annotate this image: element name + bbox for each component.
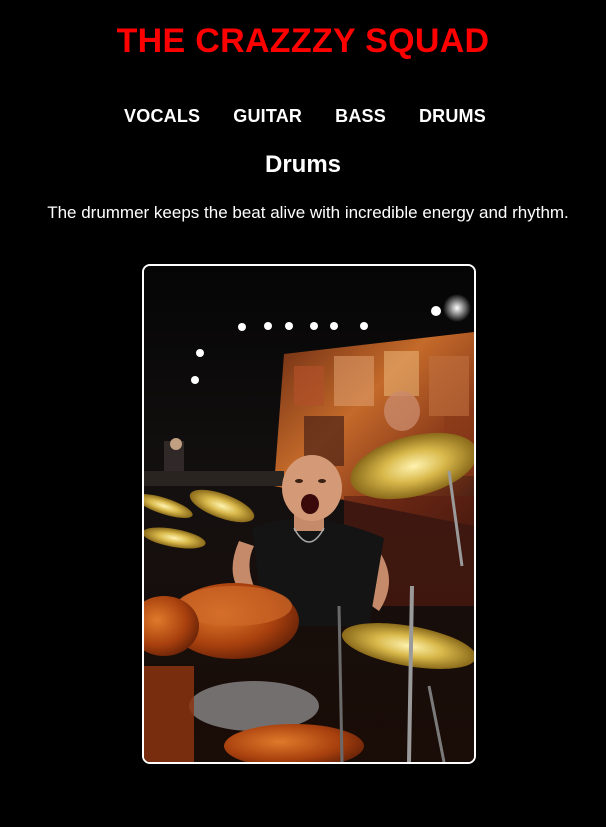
main-nav: VOCALS GUITAR BASS DRUMS	[0, 106, 606, 127]
drummer-photo	[142, 264, 476, 764]
site-title: THE CRAZZZY SQUAD	[116, 22, 490, 60]
nav-item-bass[interactable]: BASS	[335, 106, 386, 127]
nav-item-vocals[interactable]: VOCALS	[124, 106, 200, 127]
nav-item-guitar[interactable]: GUITAR	[233, 106, 302, 127]
section-title: Drums	[264, 151, 342, 178]
nav-item-drums[interactable]: DRUMS	[419, 106, 486, 127]
section-description: The drummer keeps the beat alive with in…	[47, 203, 569, 222]
